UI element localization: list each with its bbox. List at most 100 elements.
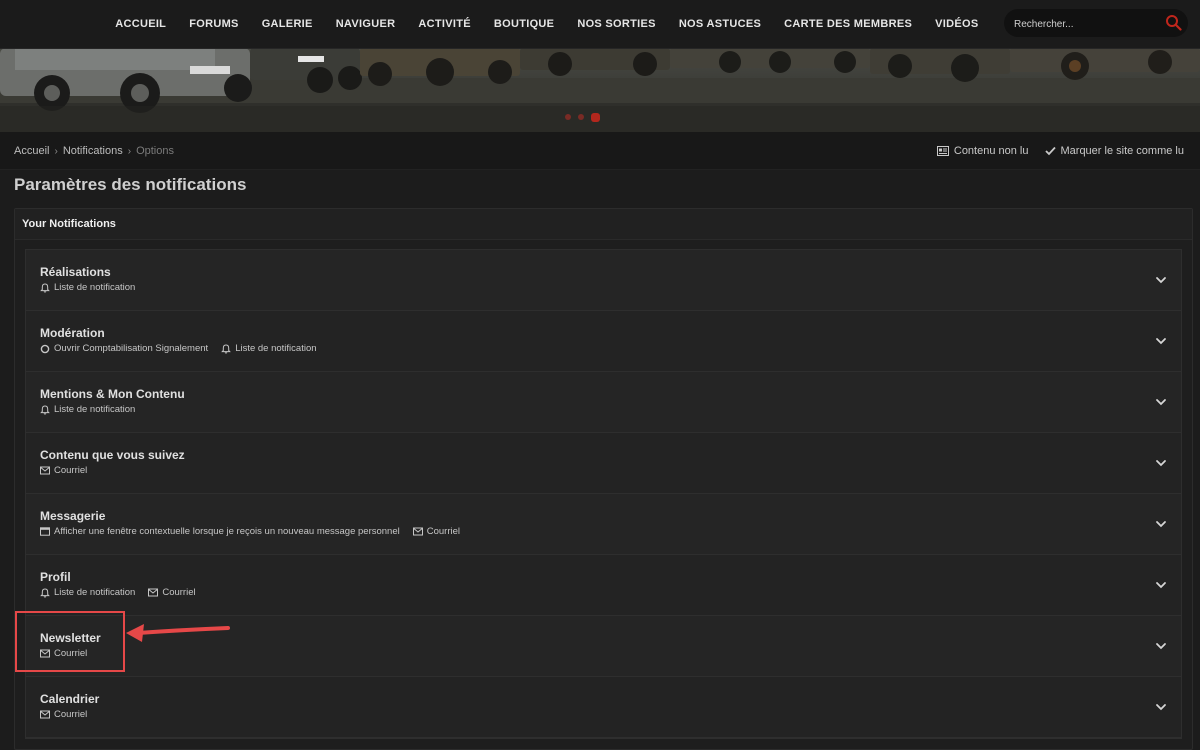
unread-content-label: Contenu non lu [953,145,1029,157]
notification-method-label: Liste de notification [54,404,136,415]
chevron-right-icon: › [127,145,132,157]
carousel-dots [565,113,600,122]
check-icon [1044,146,1056,156]
notification-method-label: Courriel [54,709,88,720]
breadcrumb-item-options: Options [136,145,174,157]
nav-item-forums[interactable]: FORUMS [178,0,250,48]
chevron-down-icon[interactable] [1154,456,1168,470]
envelope-icon [40,649,50,658]
notification-row-moderation[interactable]: Modération Ouvrir Comptabilisation Signal… [26,311,1181,372]
hero-banner [0,48,1200,132]
nav-menu: ACCUEIL FORUMS GALERIE NAVIGUER ACTIVITÉ… [104,0,990,48]
notification-list: Réalisations Liste de notification Modérat… [25,249,1182,739]
breadcrumb-bar: Accueil › Notifications › Options Conten… [0,132,1200,170]
notification-row-title: Réalisations [40,265,111,279]
notification-method: Ouvrir Comptabilisation Signalement [40,343,208,354]
notification-row-title: Messagerie [40,509,106,523]
notifications-panel: Your Notifications Réalisations Liste de … [14,208,1193,750]
nav-item-nos-sorties[interactable]: NOS SORTIES [566,0,667,48]
notification-row-profil[interactable]: Profil Liste de notification Courriel [26,555,1181,616]
carousel-dot[interactable] [578,114,584,120]
bell-icon [40,282,50,293]
notification-row-methods: Courriel [40,709,87,720]
chevron-down-icon[interactable] [1154,395,1168,409]
envelope-icon [40,466,50,475]
notification-method: Liste de notification [40,587,135,598]
notification-method: Liste de notification [40,404,135,415]
notification-method-label: Afficher une fenêtre contextuelle lorsqu… [54,526,400,537]
notification-row-title: Calendrier [40,692,100,706]
search-input[interactable] [1012,13,1156,35]
envelope-icon [148,588,159,597]
notification-row-title: Profil [40,570,71,584]
chevron-right-icon: › [54,145,58,157]
chevron-down-icon[interactable] [1154,700,1168,714]
notification-row-contenu-que-vous-suivez[interactable]: Contenu que vous suivez Courriel [26,433,1181,494]
notification-row-mentions-mon-contenu[interactable]: Mentions & Mon Contenu Liste de notificat… [26,372,1181,433]
chevron-down-icon[interactable] [1154,517,1168,531]
notification-method: Liste de notification [40,282,135,293]
notification-method-label: Liste de notification [54,587,136,598]
bell-icon [40,587,50,598]
nav-item-accueil[interactable]: ACCUEIL [104,0,178,48]
notification-row-title: Modération [40,326,105,340]
window-icon [40,527,50,536]
breadcrumb: Accueil › Notifications › Options [14,145,174,157]
nav-item-boutique[interactable]: BOUTIQUE [482,0,565,48]
notification-method-label: Liste de notification [235,343,317,354]
unread-content-link[interactable]: Contenu non lu [936,145,1029,157]
notification-row-methods: Liste de notification Courriel [40,587,196,598]
notification-row-methods: Liste de notification [40,404,135,415]
search-icon[interactable] [1165,14,1182,31]
notification-row-methods: Ouvrir Comptabilisation Signalement Liste… [40,343,317,354]
mark-site-read-label: Marquer le site comme lu [1060,145,1185,157]
nav-item-activite[interactable]: ACTIVITÉ [407,0,483,48]
hero-image [0,48,1200,132]
chevron-down-icon[interactable] [1154,273,1168,287]
chevron-down-icon[interactable] [1154,639,1168,653]
notification-method-label: Courriel [54,465,88,476]
carousel-dot[interactable] [565,114,571,120]
nav-item-naviguer[interactable]: NAVIGUER [324,0,407,48]
chevron-down-icon[interactable] [1154,334,1168,348]
nav-item-carte-des-membres[interactable]: CARTE DES MEMBRES [773,0,924,48]
notification-row-methods: Afficher une fenêtre contextuelle lorsqu… [40,526,460,537]
breadcrumb-actions: Contenu non lu Marquer le site comme lu [936,145,1185,157]
carousel-dot-active[interactable] [591,113,600,122]
notification-method: Liste de notification [221,343,317,354]
panel-header: Your Notifications [15,209,1192,240]
envelope-icon [40,710,50,719]
notification-method-label: Liste de notification [54,282,136,293]
notification-row-messagerie[interactable]: Messagerie Afficher une fenêtre contextue… [26,494,1181,555]
envelope-icon [412,527,423,536]
mark-site-read-link[interactable]: Marquer le site comme lu [1044,145,1185,157]
notification-method-label: Courriel [162,587,196,598]
notification-row-methods: Courriel [40,465,87,476]
annotation-arrow-icon [126,624,230,642]
bell-icon [40,404,50,415]
page-title: Paramètres des notifications [14,175,247,194]
notification-method: Courriel [412,526,461,537]
bell-icon [221,343,232,354]
notification-row-realisations[interactable]: Réalisations Liste de notification [26,250,1181,311]
notification-row-calendrier[interactable]: Calendrier Courriel [26,677,1181,738]
notification-method-label: Ouvrir Comptabilisation Signalement [54,343,209,354]
chevron-down-icon[interactable] [1154,578,1168,592]
notification-row-title: Contenu que vous suivez [40,448,185,462]
nav-item-galerie[interactable]: GALERIE [250,0,324,48]
circle-icon [40,344,50,354]
notification-method: Courriel [40,465,87,476]
search-box [1004,9,1188,37]
newspaper-icon [936,146,949,156]
notification-method: Courriel [40,709,87,720]
nav-item-videos[interactable]: VIDÉOS [924,0,990,48]
top-navigation: ACCUEIL FORUMS GALERIE NAVIGUER ACTIVITÉ… [0,0,1200,49]
breadcrumb-item-notifications[interactable]: Notifications [63,145,123,157]
notification-method: Courriel [148,587,196,598]
notification-method-label: Courriel [54,648,88,659]
notification-method: Afficher une fenêtre contextuelle lorsqu… [40,526,400,537]
notification-row-methods: Liste de notification [40,282,135,293]
notification-method-label: Courriel [426,526,461,537]
nav-item-nos-astuces[interactable]: NOS ASTUCES [667,0,772,48]
breadcrumb-item-accueil[interactable]: Accueil [14,145,49,157]
